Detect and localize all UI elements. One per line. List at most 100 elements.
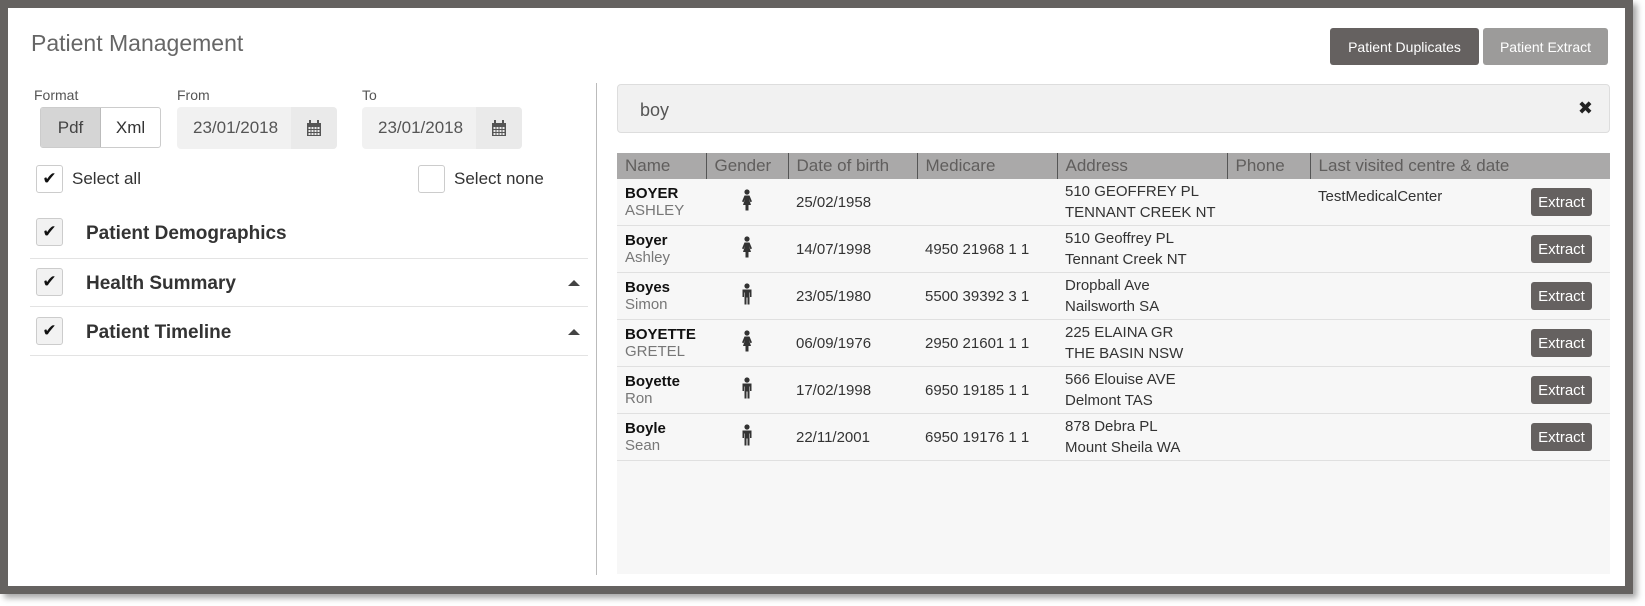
dob-cell: 25/02/1958: [788, 179, 917, 226]
to-date-field[interactable]: 23/01/2018: [362, 107, 522, 149]
female-icon: [740, 236, 754, 262]
column-header-address[interactable]: Address: [1057, 153, 1228, 179]
extract-button[interactable]: Extract: [1531, 423, 1592, 451]
to-date-value[interactable]: 23/01/2018: [362, 118, 476, 138]
patient-surname: Boyes: [625, 279, 671, 296]
column-header-medicare[interactable]: Medicare: [917, 153, 1058, 179]
checkmark-icon: ✔: [42, 321, 57, 340]
table-row[interactable]: BOYETTE GRETEL 06/09/1976 2950 21601 1 1…: [617, 319, 1610, 367]
address-line-1: 225 ELAINA GR: [1065, 324, 1174, 341]
address-cell: Dropball Ave Nailsworth SA: [1057, 272, 1227, 320]
last-visited-value: TestMedicalCenter: [1318, 188, 1443, 205]
calendar-icon[interactable]: [291, 107, 337, 149]
last-visited-cell: Extract: [1310, 319, 1610, 367]
column-header-dob[interactable]: Date of birth: [788, 153, 918, 179]
medicare-cell: 6950 19176 1 1: [917, 413, 1057, 461]
calendar-icon[interactable]: [476, 107, 522, 149]
male-icon: [740, 424, 754, 450]
gender-cell: [706, 366, 788, 414]
male-icon: [740, 283, 754, 309]
caret-up-icon[interactable]: [568, 329, 580, 335]
name-cell: BOYER ASHLEY: [617, 179, 706, 226]
close-icon[interactable]: ✖: [1578, 98, 1593, 119]
patient-search-input[interactable]: [638, 95, 1542, 125]
phone-cell: [1227, 413, 1310, 461]
medicare-cell: 6950 19185 1 1: [917, 366, 1057, 414]
page-title: Patient Management: [31, 30, 244, 56]
patient-given-name: ASHLEY: [625, 202, 685, 219]
address-line-2: TENNANT CREEK NT: [1065, 204, 1216, 221]
name-cell: Boyle Sean: [617, 413, 706, 461]
column-header-phone[interactable]: Phone: [1227, 153, 1311, 179]
address-cell: 566 Elouise AVE Delmont TAS: [1057, 366, 1227, 414]
section-divider: [30, 210, 588, 259]
select-all-checkbox[interactable]: ✔: [36, 165, 63, 193]
patient-given-name: Ron: [625, 390, 653, 407]
patient-surname: Boyle: [625, 420, 666, 437]
extract-button[interactable]: Extract: [1531, 329, 1592, 357]
medicare-cell: 4950 21968 1 1: [917, 225, 1057, 273]
from-label: From: [177, 87, 210, 103]
patient-timeline-checkbox[interactable]: ✔: [36, 317, 63, 345]
patient-given-name: Ashley: [625, 249, 671, 266]
table-row[interactable]: BOYER ASHLEY 25/02/1958 510 GEOFFREY PL …: [617, 179, 1610, 226]
section-patient-timeline: ✔ Patient Timeline: [30, 308, 588, 356]
from-date-field[interactable]: 23/01/2018: [177, 107, 337, 149]
table-header-row: Name Gender Date of birth Medicare Addre…: [617, 153, 1610, 179]
address-line-1: 510 GEOFFREY PL: [1065, 183, 1199, 200]
address-line-1: 566 Elouise AVE: [1065, 371, 1176, 388]
to-label: To: [362, 87, 377, 103]
dob-cell: 14/07/1998: [788, 225, 917, 273]
select-all-label[interactable]: Select all: [72, 169, 141, 189]
gender-cell: [706, 319, 788, 367]
patient-duplicates-button[interactable]: Patient Duplicates: [1330, 28, 1479, 65]
address-cell: 225 ELAINA GR THE BASIN NSW: [1057, 319, 1227, 367]
from-date-value[interactable]: 23/01/2018: [177, 118, 291, 138]
phone-cell: [1227, 179, 1310, 226]
name-cell: Boyes Simon: [617, 272, 706, 320]
extract-button[interactable]: Extract: [1531, 376, 1592, 404]
extract-button[interactable]: Extract: [1531, 188, 1592, 216]
medicare-cell: 2950 21601 1 1: [917, 319, 1057, 367]
extract-button[interactable]: Extract: [1531, 282, 1592, 310]
caret-up-icon[interactable]: [568, 280, 580, 286]
medicare-cell: [917, 179, 1057, 226]
address-line-2: THE BASIN NSW: [1065, 345, 1184, 362]
checkmark-icon: ✔: [42, 272, 57, 291]
column-header-name[interactable]: Name: [617, 153, 707, 179]
format-option-xml[interactable]: Xml: [101, 108, 160, 147]
column-header-last-visited[interactable]: Last visited centre & date: [1310, 153, 1610, 179]
last-visited-cell: Extract: [1310, 225, 1610, 273]
last-visited-cell: Extract: [1310, 366, 1610, 414]
address-cell: 878 Debra PL Mount Sheila WA: [1057, 413, 1227, 461]
table-row[interactable]: Boyette Ron 17/02/1998 6950 19185 1 1 56…: [617, 366, 1610, 414]
address-line-2: Tennant Creek NT: [1065, 251, 1187, 268]
table-row[interactable]: Boyes Simon 23/05/1980 5500 39392 3 1 Dr…: [617, 272, 1610, 320]
format-option-pdf[interactable]: Pdf: [41, 108, 101, 147]
select-none-label[interactable]: Select none: [454, 169, 544, 189]
table-row[interactable]: Boyle Sean 22/11/2001 6950 19176 1 1 878…: [617, 413, 1610, 461]
dob-cell: 23/05/1980: [788, 272, 917, 320]
dob-cell: 06/09/1976: [788, 319, 917, 367]
patient-extract-button[interactable]: Patient Extract: [1483, 28, 1608, 65]
panel-divider: [596, 83, 597, 575]
male-icon: [740, 377, 754, 403]
patient-given-name: GRETEL: [625, 343, 686, 360]
name-cell: Boyette Ron: [617, 366, 706, 414]
last-visited-cell: Extract: [1310, 272, 1610, 320]
column-header-gender[interactable]: Gender: [706, 153, 789, 179]
patient-given-name: Sean: [625, 437, 661, 454]
extract-button[interactable]: Extract: [1531, 235, 1592, 263]
table-row[interactable]: Boyer Ashley 14/07/1998 4950 21968 1 1 5…: [617, 225, 1610, 273]
section-label[interactable]: Health Summary: [86, 273, 236, 295]
patient-surname: BOYETTE: [625, 326, 696, 343]
phone-cell: [1227, 225, 1310, 273]
patient-search-box: ✖: [617, 84, 1610, 133]
gender-cell: [706, 179, 788, 226]
patient-surname: BOYER: [625, 185, 679, 202]
format-toggle: Pdf Xml: [40, 107, 161, 148]
phone-cell: [1227, 366, 1310, 414]
select-none-checkbox[interactable]: [418, 165, 445, 193]
health-summary-checkbox[interactable]: ✔: [36, 268, 63, 296]
section-label[interactable]: Patient Timeline: [86, 322, 231, 344]
